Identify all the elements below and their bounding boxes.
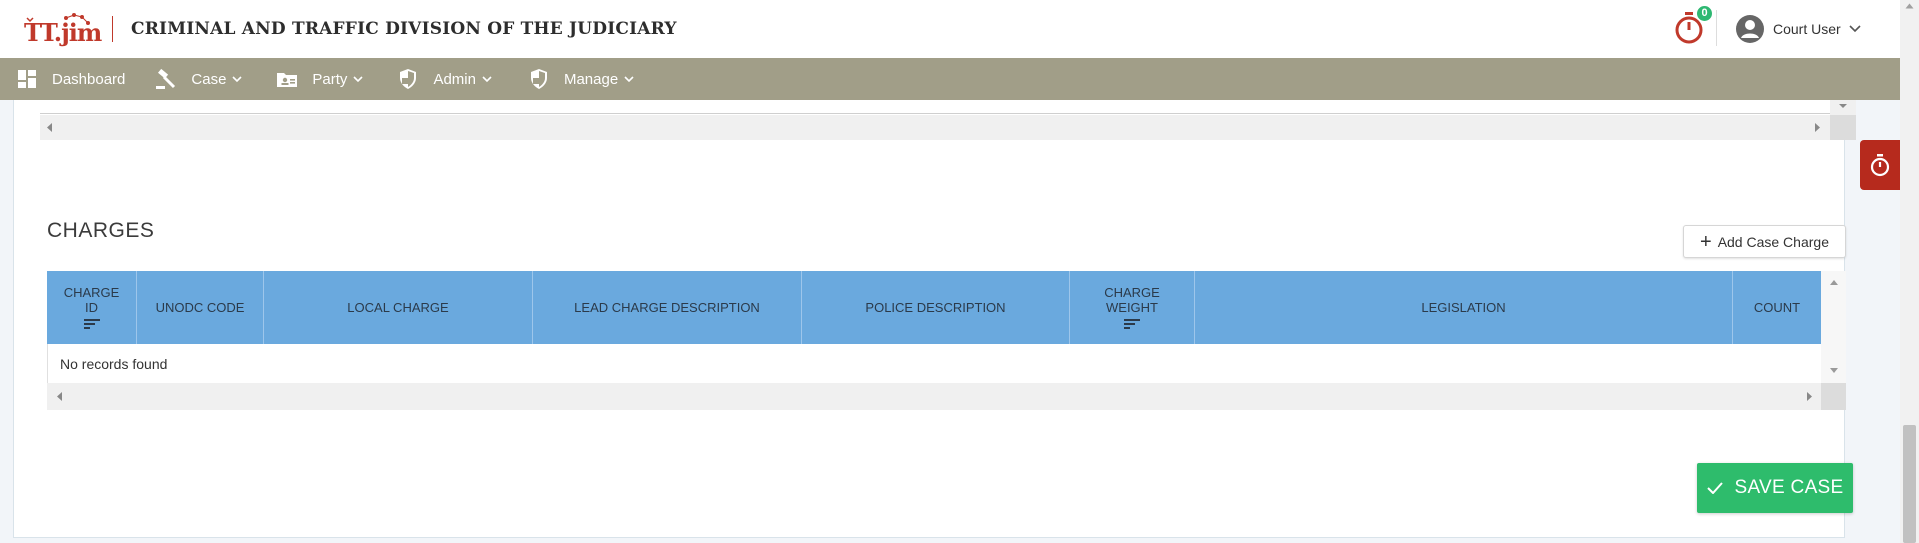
stopwatch-icon — [1870, 154, 1890, 177]
chevron-down-icon — [1849, 25, 1861, 33]
previous-grid-vertical-scrollbar[interactable] — [1830, 100, 1856, 115]
scroll-up-arrow-icon[interactable] — [1829, 279, 1839, 286]
chevron-down-icon — [232, 75, 242, 82]
previous-grid-bottom-border — [40, 113, 1830, 114]
column-header-label: CHARGE WEIGHT — [1104, 285, 1160, 315]
dashboard-icon — [16, 68, 38, 90]
shield-icon — [528, 68, 550, 90]
nav-party[interactable]: Party — [276, 58, 364, 100]
user-name: Court User — [1773, 21, 1841, 37]
top-header: TT.jim CRIMINAL AND TRAFFIC DIVISION OF … — [0, 0, 1900, 59]
chevron-down-icon — [624, 75, 634, 82]
previous-grid-horizontal-scrollbar[interactable] — [40, 115, 1830, 140]
charges-grid: CHARGE ID UNODC CODE LOCAL CHARGE LEAD C… — [47, 271, 1846, 410]
sort-icon[interactable] — [1124, 318, 1140, 330]
header-divider — [112, 16, 113, 42]
logo-text: TT.jim — [24, 18, 102, 47]
charges-grid-vertical-scrollbar[interactable] — [1821, 271, 1846, 383]
column-header-police-description[interactable]: POLICE DESCRIPTION — [802, 271, 1070, 344]
nav-party-label: Party — [312, 70, 348, 88]
header-separator — [1716, 10, 1717, 46]
scroll-left-arrow-icon[interactable] — [45, 122, 53, 133]
timer-side-tab[interactable] — [1860, 140, 1900, 190]
column-header-label: CHARGE ID — [63, 285, 120, 315]
nav-manage[interactable]: Manage — [528, 58, 634, 100]
column-header-local-charge[interactable]: LOCAL CHARGE — [264, 271, 533, 344]
scroll-down-arrow-icon — [1839, 104, 1847, 108]
sort-icon[interactable] — [83, 318, 100, 330]
scrollbar-corner — [1821, 383, 1846, 410]
gavel-icon — [155, 68, 177, 90]
nav-dashboard-label: Dashboard — [52, 70, 126, 88]
scroll-right-arrow-icon[interactable] — [1806, 391, 1814, 402]
previous-grid-scrollbars — [40, 100, 1856, 140]
nav-dashboard[interactable]: Dashboard — [16, 58, 125, 100]
timer-count-badge: 0 — [1697, 6, 1712, 21]
charges-grid-horizontal-scrollbar[interactable] — [47, 383, 1821, 410]
add-case-charge-button[interactable]: + Add Case Charge — [1683, 225, 1846, 258]
app-title: CRIMINAL AND TRAFFIC DIVISION OF THE JUD… — [131, 19, 677, 39]
main-nav: Dashboard Case Party Admin Manage — [0, 58, 1900, 100]
scroll-left-arrow-icon[interactable] — [55, 391, 63, 402]
nav-case[interactable]: Case — [155, 58, 242, 100]
nav-admin[interactable]: Admin — [397, 58, 492, 100]
user-menu[interactable]: Court User — [1735, 14, 1861, 44]
column-header-count[interactable]: COUNT — [1733, 271, 1821, 344]
page-scrollbar-thumb[interactable] — [1903, 425, 1916, 543]
nav-manage-label: Manage — [563, 70, 619, 88]
plus-icon: + — [1700, 230, 1712, 253]
check-icon — [1706, 482, 1723, 494]
scroll-down-arrow-icon[interactable] — [1829, 367, 1839, 374]
scroll-up-arrow-icon[interactable] — [1905, 3, 1914, 9]
shield-icon — [397, 68, 419, 90]
column-header-label: LEGISLATION — [1421, 300, 1506, 315]
id-card-icon — [276, 68, 298, 90]
app-logo[interactable]: TT.jim — [24, 12, 102, 47]
column-header-legislation[interactable]: LEGISLATION — [1195, 271, 1733, 344]
column-header-charge-weight[interactable]: CHARGE WEIGHT — [1070, 271, 1195, 344]
empty-records-message: No records found — [60, 356, 168, 372]
nav-case-label: Case — [191, 70, 227, 88]
user-avatar-icon — [1736, 15, 1764, 43]
save-case-label: SAVE CASE — [1734, 477, 1844, 498]
chevron-down-icon — [353, 75, 364, 82]
save-case-button[interactable]: SAVE CASE — [1697, 463, 1853, 513]
column-header-label: COUNT — [1753, 300, 1801, 315]
charges-grid-body: No records found — [47, 344, 1821, 384]
charges-section-title: CHARGES — [47, 219, 155, 242]
column-header-lead-charge-description[interactable]: LEAD CHARGE DESCRIPTION — [533, 271, 802, 344]
charges-grid-header: CHARGE ID UNODC CODE LOCAL CHARGE LEAD C… — [47, 271, 1821, 344]
column-header-charge-id[interactable]: CHARGE ID — [47, 271, 137, 344]
column-header-label: LOCAL CHARGE — [347, 300, 449, 315]
column-header-label: LEAD CHARGE DESCRIPTION — [574, 300, 760, 315]
chevron-down-icon — [482, 75, 492, 82]
column-header-unodc-code[interactable]: UNODC CODE — [137, 271, 264, 344]
add-case-charge-label: Add Case Charge — [1717, 233, 1829, 250]
column-header-label: POLICE DESCRIPTION — [865, 300, 1006, 315]
scrollbar-corner — [1830, 115, 1856, 140]
nav-admin-label: Admin — [433, 70, 476, 88]
scroll-right-arrow-icon[interactable] — [1814, 122, 1822, 133]
column-header-label: UNODC CODE — [155, 300, 245, 315]
